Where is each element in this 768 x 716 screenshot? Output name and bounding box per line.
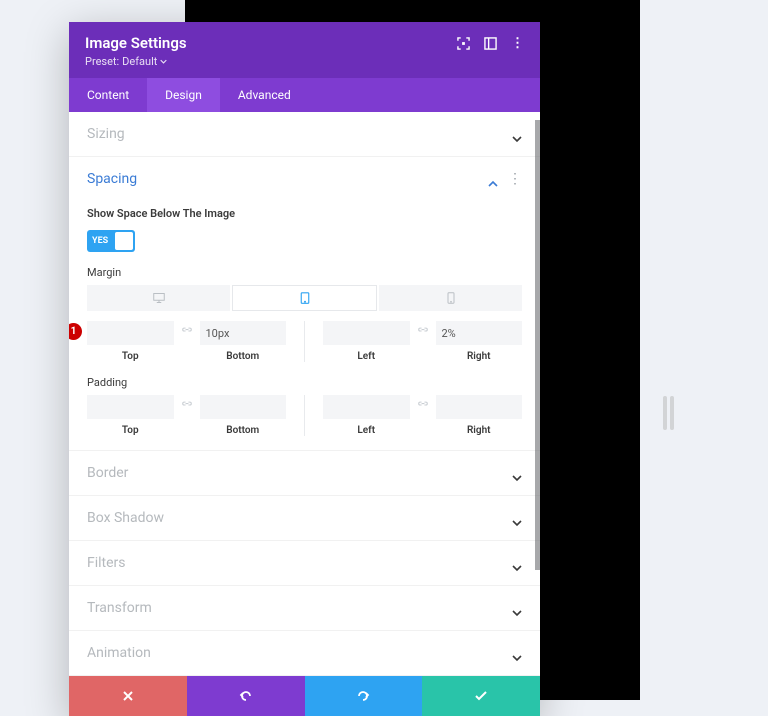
section-sizing[interactable]: Sizing bbox=[69, 112, 540, 156]
margin-inputs: 1 Top Bottom bbox=[87, 321, 522, 362]
chevron-down-icon bbox=[512, 603, 522, 613]
section-animation[interactable]: Animation bbox=[69, 631, 540, 675]
chevron-down-icon bbox=[512, 513, 522, 523]
padding-top-input[interactable] bbox=[87, 395, 174, 419]
link-icon[interactable] bbox=[416, 395, 430, 410]
margin-bottom-input[interactable] bbox=[200, 321, 287, 345]
margin-top-input[interactable] bbox=[87, 321, 174, 345]
panel-title: Image Settings bbox=[85, 34, 187, 52]
link-icon[interactable] bbox=[416, 321, 430, 336]
chevron-down-icon bbox=[512, 468, 522, 478]
save-button[interactable] bbox=[422, 676, 540, 716]
chevron-up-icon bbox=[488, 174, 498, 184]
padding-inputs: Top Bottom Left bbox=[87, 395, 522, 436]
section-more-icon[interactable]: ⋮ bbox=[508, 172, 522, 186]
tab-content[interactable]: Content bbox=[69, 78, 147, 112]
tab-design[interactable]: Design bbox=[147, 78, 220, 112]
show-space-label: Show Space Below The Image bbox=[87, 207, 522, 220]
margin-left-input[interactable] bbox=[323, 321, 410, 345]
section-filters[interactable]: Filters bbox=[69, 541, 540, 585]
section-border[interactable]: Border bbox=[69, 451, 540, 495]
show-space-toggle[interactable]: YES bbox=[87, 230, 135, 252]
close-icon bbox=[122, 690, 134, 702]
padding-right-input[interactable] bbox=[436, 395, 523, 419]
panel-body: Sizing Spacing ⋮ Show Space Below The Im… bbox=[69, 112, 540, 676]
panel-footer bbox=[69, 676, 540, 716]
settings-panel: Image Settings Preset: Default ⋮ Content… bbox=[69, 22, 540, 716]
section-spacing[interactable]: Spacing ⋮ bbox=[69, 157, 540, 201]
layout-icon[interactable] bbox=[484, 37, 497, 50]
caret-down-icon bbox=[160, 59, 167, 64]
chevron-down-icon bbox=[512, 648, 522, 658]
redo-icon bbox=[356, 689, 370, 703]
step-badge: 1 bbox=[69, 323, 82, 340]
device-phone[interactable] bbox=[379, 285, 522, 311]
check-icon bbox=[474, 690, 488, 702]
tab-bar: Content Design Advanced bbox=[69, 78, 540, 112]
cancel-button[interactable] bbox=[69, 676, 187, 716]
link-icon[interactable] bbox=[180, 321, 194, 336]
more-icon[interactable]: ⋮ bbox=[511, 36, 524, 51]
expand-icon[interactable] bbox=[457, 37, 470, 50]
link-icon[interactable] bbox=[180, 395, 194, 410]
padding-left-input[interactable] bbox=[323, 395, 410, 419]
undo-icon bbox=[239, 689, 253, 703]
panel-header: Image Settings Preset: Default ⋮ bbox=[69, 22, 540, 78]
undo-button[interactable] bbox=[187, 676, 305, 716]
toggle-knob bbox=[115, 232, 133, 250]
section-box-shadow[interactable]: Box Shadow bbox=[69, 496, 540, 540]
padding-bottom-input[interactable] bbox=[200, 395, 287, 419]
device-selector bbox=[87, 285, 522, 311]
panel-scrollbar[interactable] bbox=[535, 120, 540, 570]
margin-label: Margin bbox=[87, 266, 522, 279]
canvas-handle-icon[interactable] bbox=[663, 396, 667, 430]
section-transform[interactable]: Transform bbox=[69, 586, 540, 630]
padding-label: Padding bbox=[87, 376, 522, 389]
tab-advanced[interactable]: Advanced bbox=[220, 78, 309, 112]
chevron-down-icon bbox=[512, 129, 522, 139]
device-tablet[interactable] bbox=[232, 285, 377, 311]
device-desktop[interactable] bbox=[87, 285, 230, 311]
redo-button[interactable] bbox=[305, 676, 423, 716]
preset-selector[interactable]: Preset: Default bbox=[85, 55, 187, 68]
chevron-down-icon bbox=[512, 558, 522, 568]
margin-right-input[interactable] bbox=[436, 321, 523, 345]
